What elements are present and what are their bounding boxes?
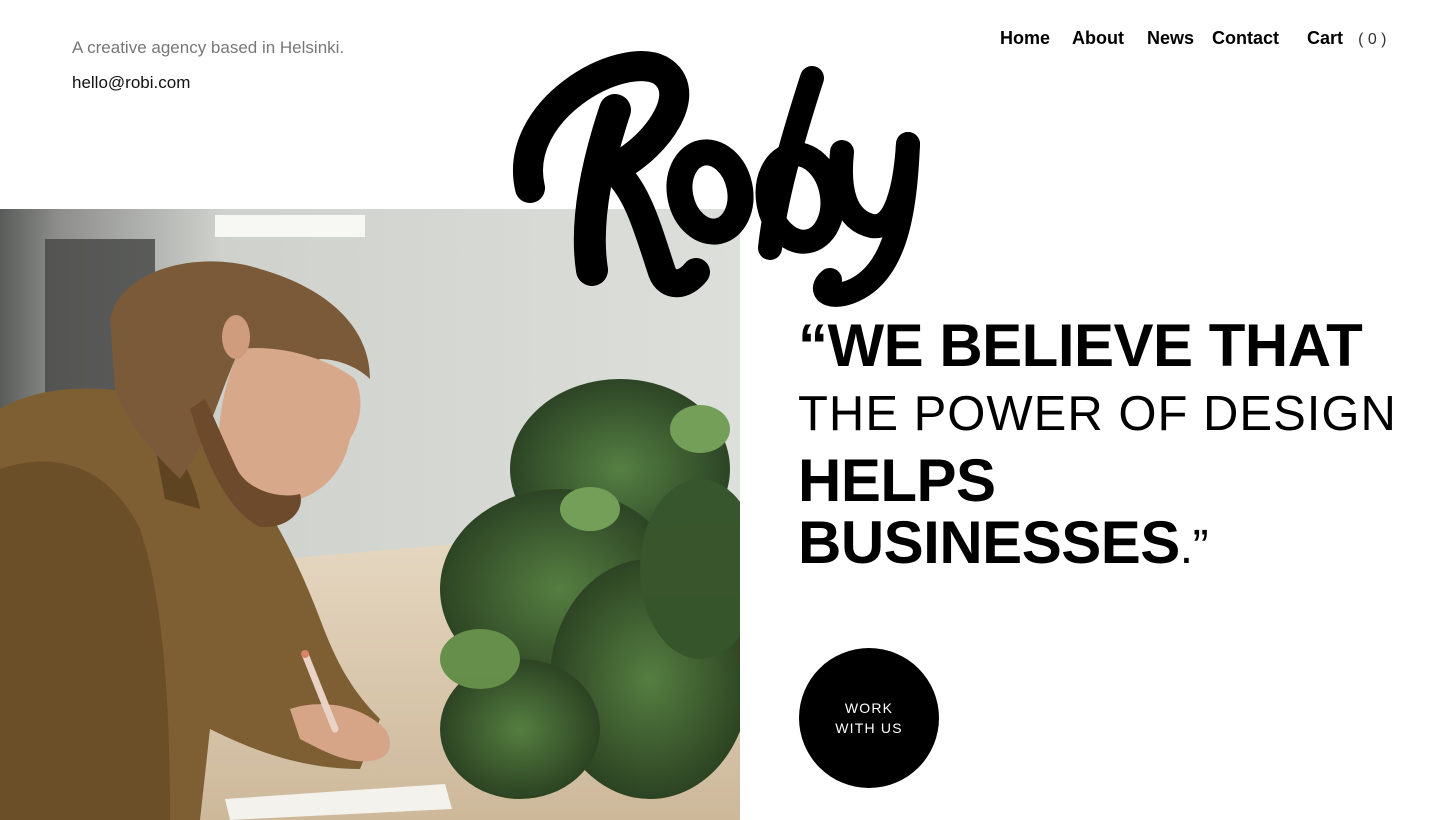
work-with-us-button[interactable]: WORK WITH US <box>799 648 939 788</box>
nav-news[interactable]: News <box>1147 28 1194 49</box>
quote-line-4: BUSINESSES.” <box>798 513 1418 573</box>
cta-line-1: WORK <box>844 700 894 716</box>
hero-quote: “WE BELIEVE THAT THE POWER OF DESIGN HEL… <box>798 312 1418 573</box>
logo-letter-o <box>666 139 754 245</box>
nav-contact[interactable]: Contact <box>1212 28 1279 49</box>
quote-line-3: HELPS <box>798 447 996 514</box>
cart-label: Cart <box>1307 28 1344 48</box>
logo-letter-r-stem <box>573 94 631 286</box>
tagline: A creative agency based in Helsinki. <box>72 38 345 57</box>
logo-letter-b-bowl <box>755 142 845 254</box>
email-link[interactable]: hello@robi.com <box>72 73 190 93</box>
nav-home[interactable]: Home <box>1000 28 1050 49</box>
main-nav: Home About News Contact Cart ( 0 ) <box>1000 28 1387 49</box>
nav-about[interactable]: About <box>1072 28 1124 49</box>
quote-line-2: THE POWER OF DESIGN <box>798 387 1397 441</box>
quote-line-4-text: BUSINESSES <box>798 509 1180 576</box>
quote-line-1: “WE BELIEVE THAT <box>798 312 1363 379</box>
quote-close-mark: .” <box>1179 521 1209 574</box>
cart-count: ( 0 ) <box>1358 31 1387 48</box>
cart-link[interactable]: Cart ( 0 ) <box>1307 28 1386 49</box>
cta-line-2: WITH US <box>835 720 903 736</box>
brand-logo[interactable] <box>500 40 940 310</box>
